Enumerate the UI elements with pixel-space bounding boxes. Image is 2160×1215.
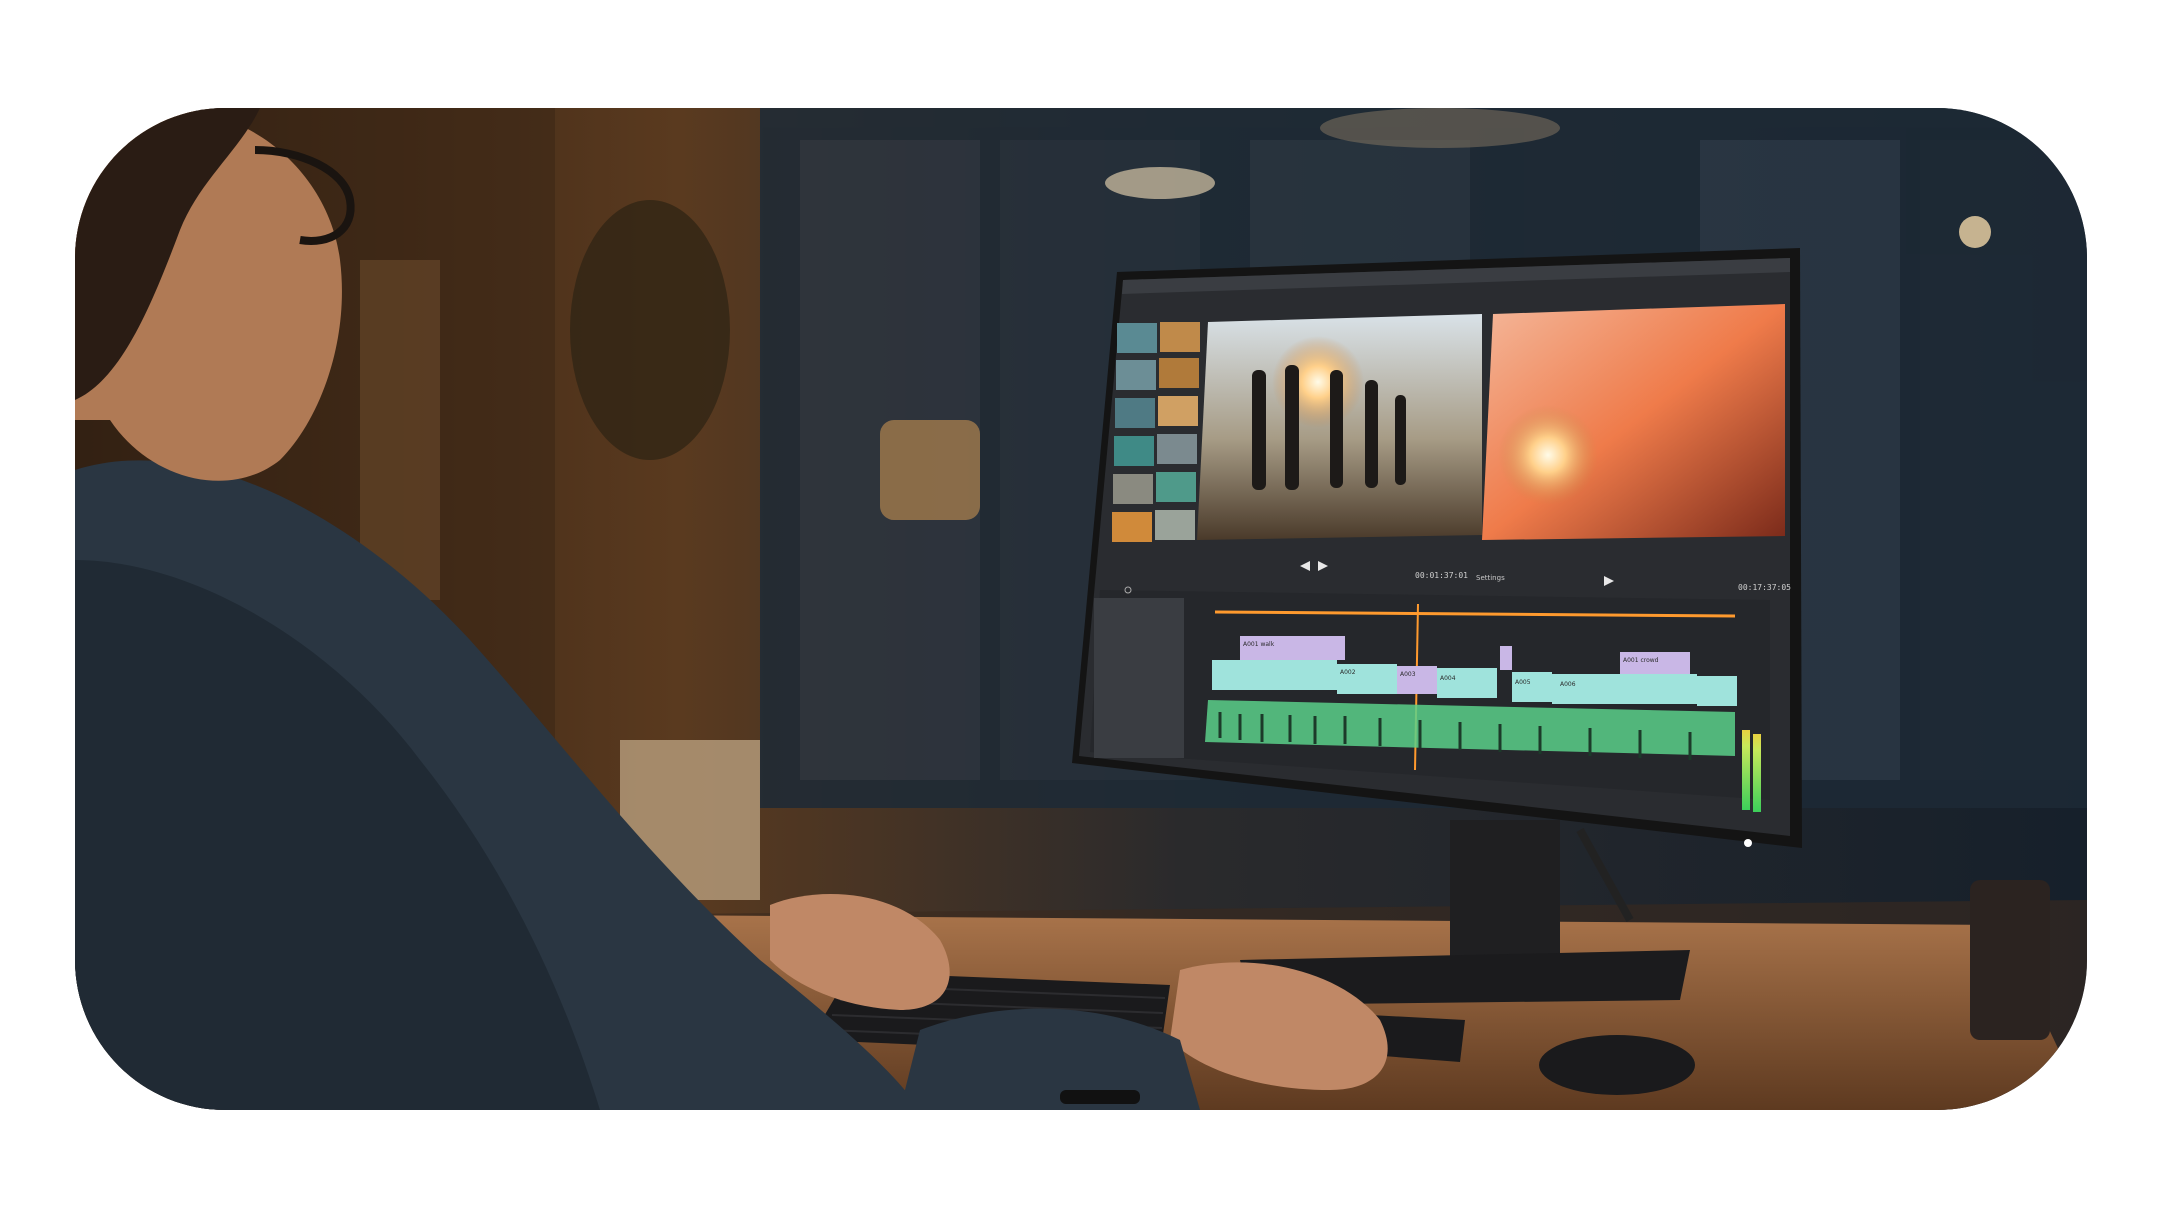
clip-label-3: A003 xyxy=(1400,671,1416,678)
clip-label-1: A001 walk xyxy=(1243,641,1275,648)
audio-meter-left xyxy=(1742,730,1750,810)
clip-label-4: A004 xyxy=(1440,675,1456,682)
photo-scene: 00:01:37:01 00:17:37:05 Settings A001 wa… xyxy=(75,108,2087,1110)
power-indicator xyxy=(1744,839,1752,847)
clip-label-7: A001 crowd xyxy=(1623,657,1659,664)
settings-label[interactable]: Settings xyxy=(1476,574,1505,582)
program-timecode: 00:01:37:01 xyxy=(1415,571,1468,580)
page: 00:01:37:01 00:17:37:05 Settings A001 wa… xyxy=(0,0,2160,1215)
mouse xyxy=(1539,1035,1695,1095)
monitor-screen: 00:01:37:01 00:17:37:05 Settings A001 wa… xyxy=(1079,258,1791,836)
clip-label-2: A002 xyxy=(1340,669,1356,676)
wall-light xyxy=(1959,216,1991,248)
audio-meter-right xyxy=(1753,734,1761,812)
project-bin xyxy=(1094,598,1184,758)
source-timecode: 00:17:37:05 xyxy=(1738,583,1791,592)
wristwatch xyxy=(1060,1090,1140,1104)
mug xyxy=(1970,880,2050,1040)
clip-label-6: A006 xyxy=(1560,681,1576,688)
clip-label-5: A005 xyxy=(1515,679,1531,686)
ceiling-light xyxy=(1105,167,1215,199)
background-lamp xyxy=(880,420,980,520)
